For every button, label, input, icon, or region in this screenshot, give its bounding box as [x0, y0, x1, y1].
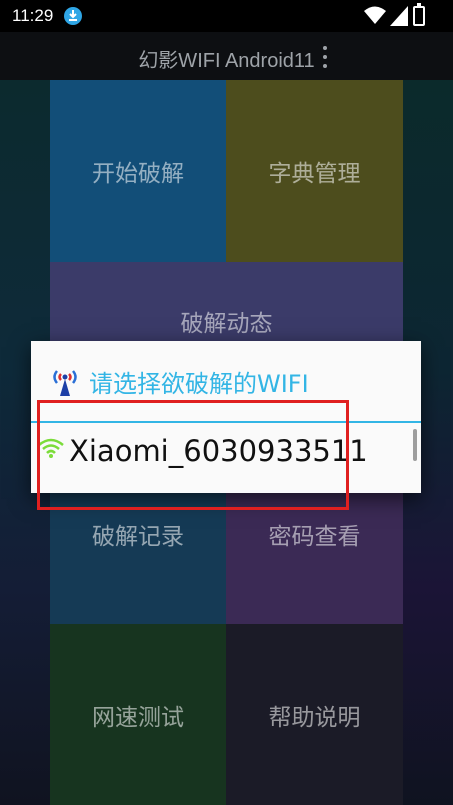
tile-speed-test[interactable]: 网速测试 — [50, 624, 226, 805]
tile-label: 帮助说明 — [268, 704, 361, 731]
status-bar: 11:29 — [0, 0, 453, 32]
tile-label: 字典管理 — [268, 161, 361, 187]
tile-label: 开始破解 — [92, 161, 184, 187]
wifi-tower-icon — [51, 367, 79, 397]
highlight-box — [37, 400, 349, 510]
tile-label: 破解动态 — [180, 311, 273, 337]
tile-label: 密码查看 — [268, 524, 361, 550]
tile-start-crack[interactable]: 开始破解 — [50, 80, 226, 262]
download-icon — [64, 7, 82, 25]
overflow-menu-icon[interactable] — [318, 44, 332, 70]
app-title: 幻影WIFI Android11 — [138, 50, 315, 72]
status-time: 11:29 — [12, 6, 54, 25]
app-bar: 幻影WIFI Android11 — [0, 32, 453, 80]
tile-label: 破解记录 — [92, 524, 184, 550]
dialog-scrollbar[interactable] — [413, 429, 417, 461]
dialog-title: 请选择欲破解的WIFI — [89, 370, 309, 398]
signal-icon — [390, 6, 408, 30]
battery-icon — [413, 3, 425, 26]
tile-dictionary[interactable]: 字典管理 — [226, 80, 403, 262]
tile-label: 网速测试 — [92, 704, 184, 731]
tile-help[interactable]: 帮助说明 — [226, 624, 403, 805]
wifi-icon — [364, 6, 386, 28]
